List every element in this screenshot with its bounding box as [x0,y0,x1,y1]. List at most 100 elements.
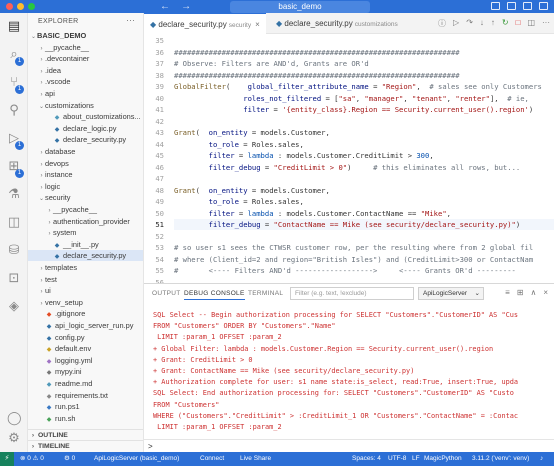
file-item[interactable]: ◆ declare_security.py [28,134,143,145]
encoding-status[interactable]: UTF-8 [388,452,406,466]
close-window-button[interactable] [6,3,13,10]
more-icon[interactable]: ··· [542,18,550,29]
folder-item[interactable]: › database [28,146,143,157]
indentation-status[interactable]: Spaces: 4 [352,452,381,466]
command-center-title[interactable]: basic_demo [230,0,370,13]
folder-item[interactable]: › instance [28,169,143,180]
close-panel-icon[interactable]: × [543,288,548,297]
debug-session-status[interactable]: ApiLogicServer (basic_demo) [94,452,179,466]
file-item[interactable]: ◆ mypy.ini [28,366,143,377]
step-into-icon[interactable]: ↓ [480,18,484,29]
folder-item[interactable]: › templates [28,262,143,273]
forward-arrow-icon[interactable]: → [181,1,191,12]
folder-item[interactable]: › __pycache__ [28,42,143,53]
file-item[interactable]: ◆ declare_security.py [28,250,143,262]
debug-run-icon[interactable]: ▷ [453,18,459,29]
file-item[interactable]: ◆ about_customizations... [28,111,143,122]
folder-item[interactable]: › api [28,88,143,99]
more-actions-icon[interactable]: ··· [126,15,135,25]
tab-terminal[interactable]: TERMINAL [248,290,283,297]
problems-status[interactable]: ⊗ 0 ⚠ 0 [20,452,44,466]
remote-indicator-icon[interactable]: ⚡ [0,452,14,466]
code-line[interactable]: filter = '{entity_class}.Region == Secur… [174,104,533,115]
restart-icon[interactable]: ↻ [502,18,509,29]
back-arrow-icon[interactable]: ← [160,1,170,12]
code-line[interactable]: filter_debug = "CreditLimit > 0") # this… [174,162,521,173]
file-item[interactable]: ◆ readme.md [28,378,143,389]
tab-declare-security-security[interactable]: ◆ declare_security.py security × [144,13,266,34]
code-line[interactable]: filter = lambda : models.Customer.Contac… [174,208,451,219]
file-item[interactable]: ◆ run.sh [28,413,143,424]
debug-console-input[interactable]: > [144,439,554,452]
folder-item[interactable]: ⌄BASIC_DEMO [28,30,143,41]
testing-icon[interactable]: ⚗ [7,187,21,201]
code-line[interactable]: ########################################… [174,47,460,58]
remote-icon[interactable]: ⊡ [7,271,21,285]
code-line[interactable]: # so user s1 sees the CTWSR customer row… [174,242,533,253]
folder-item[interactable]: › .idea [28,65,143,76]
database-icon[interactable]: ⛁ [7,243,21,257]
code-line[interactable]: roles_not_filtered = ["sa", "manager", "… [174,93,529,104]
folder-item[interactable]: ⌄security [28,192,143,203]
file-item[interactable]: ◆ run.ps1 [28,401,143,412]
python-icon[interactable]: ◈ [7,299,21,313]
code-line-current[interactable]: filter_debug = "ContactName == Mike (see… [174,219,554,230]
folder-item[interactable]: › system [28,227,143,238]
connect-status[interactable]: Connect [200,452,224,466]
code-line[interactable]: # <---- Filters AND'd ------------------… [174,265,516,276]
code-line[interactable]: to_role = Roles.sales, [174,139,304,150]
code-line[interactable]: filter = lambda : models.Customer.Credit… [174,150,434,161]
eol-status[interactable]: LF [412,452,420,466]
timeline-section[interactable]: › TIMELINE [28,440,143,452]
language-mode-status[interactable]: MagicPython [424,452,462,466]
info-icon[interactable]: ⓘ [438,18,446,29]
account-icon[interactable]: ◯ [7,411,22,425]
folder-item[interactable]: › ui [28,285,143,296]
folder-item[interactable]: › logic [28,181,143,192]
folder-item[interactable]: › __pycache__ [28,204,143,215]
file-item[interactable]: ◆ __init__.py [28,239,143,250]
ports-status[interactable]: ⚙ 0 [64,452,75,466]
folder-item[interactable]: › .devcontainer [28,53,143,64]
folder-item[interactable]: › authentication_provider [28,216,143,227]
notifications-bell-icon[interactable]: ♪ [540,452,543,466]
word-wrap-icon[interactable]: ⊞ [517,288,524,297]
file-item[interactable]: ◆ config.py [28,332,143,343]
code-line[interactable]: # where (Client_id=2 and region="British… [174,254,533,265]
python-interpreter-status[interactable]: 3.11.2 ('venv': venv) [472,452,529,466]
file-item[interactable]: ◆ default.env [28,343,143,354]
folder-item[interactable]: › .vscode [28,76,143,87]
clear-console-icon[interactable]: ≡ [505,288,510,297]
toggle-sidebar-icon[interactable] [491,2,500,10]
step-out-icon[interactable]: ↑ [491,18,495,29]
maximize-panel-icon[interactable]: ∧ [530,288,536,297]
code-editor[interactable]: 35 36 ####################################… [144,34,554,283]
folder-item[interactable]: › venv_setup [28,297,143,308]
folder-item[interactable]: ⌄customizations [28,100,143,111]
code-line[interactable]: Grant( on_entity = models.Customer, [174,127,330,138]
code-line[interactable]: to_role = Roles.sales, [174,196,304,207]
tab-output[interactable]: OUTPUT [152,290,181,297]
minimize-window-button[interactable] [17,3,24,10]
toggle-panel-icon[interactable] [507,2,516,10]
code-line[interactable]: Grant( on_entity = models.Customer, [174,185,330,196]
step-over-icon[interactable]: ↷ [466,18,473,29]
file-item[interactable]: ◆ requirements.txt [28,390,143,401]
toggle-secondary-sidebar-icon[interactable] [523,2,532,10]
files-icon[interactable]: ▤ [7,19,21,33]
docker-icon[interactable]: ◫ [7,215,21,229]
file-item[interactable]: ◆ api_logic_server_run.py [28,320,143,331]
code-line[interactable]: ########################################… [174,70,460,81]
tab-declare-security-customizations[interactable]: ◆ declare_security.py customizations [270,13,404,34]
close-tab-icon[interactable]: × [255,20,260,29]
live-share-status[interactable]: Live Share [240,452,271,466]
customize-layout-icon[interactable] [539,2,548,10]
console-filter-input[interactable]: Filter (e.g. text, !exclude) [290,287,414,300]
settings-gear-icon[interactable]: ⚙ [7,431,21,445]
zoom-window-button[interactable] [28,3,35,10]
file-item[interactable]: ◆ declare_logic.py [28,123,143,134]
stop-icon[interactable]: □ [516,18,521,29]
code-line[interactable]: GlobalFilter( global_filter_attribute_na… [174,81,542,92]
folder-item[interactable]: › devops [28,158,143,169]
file-item[interactable]: ◆ logging.yml [28,355,143,366]
